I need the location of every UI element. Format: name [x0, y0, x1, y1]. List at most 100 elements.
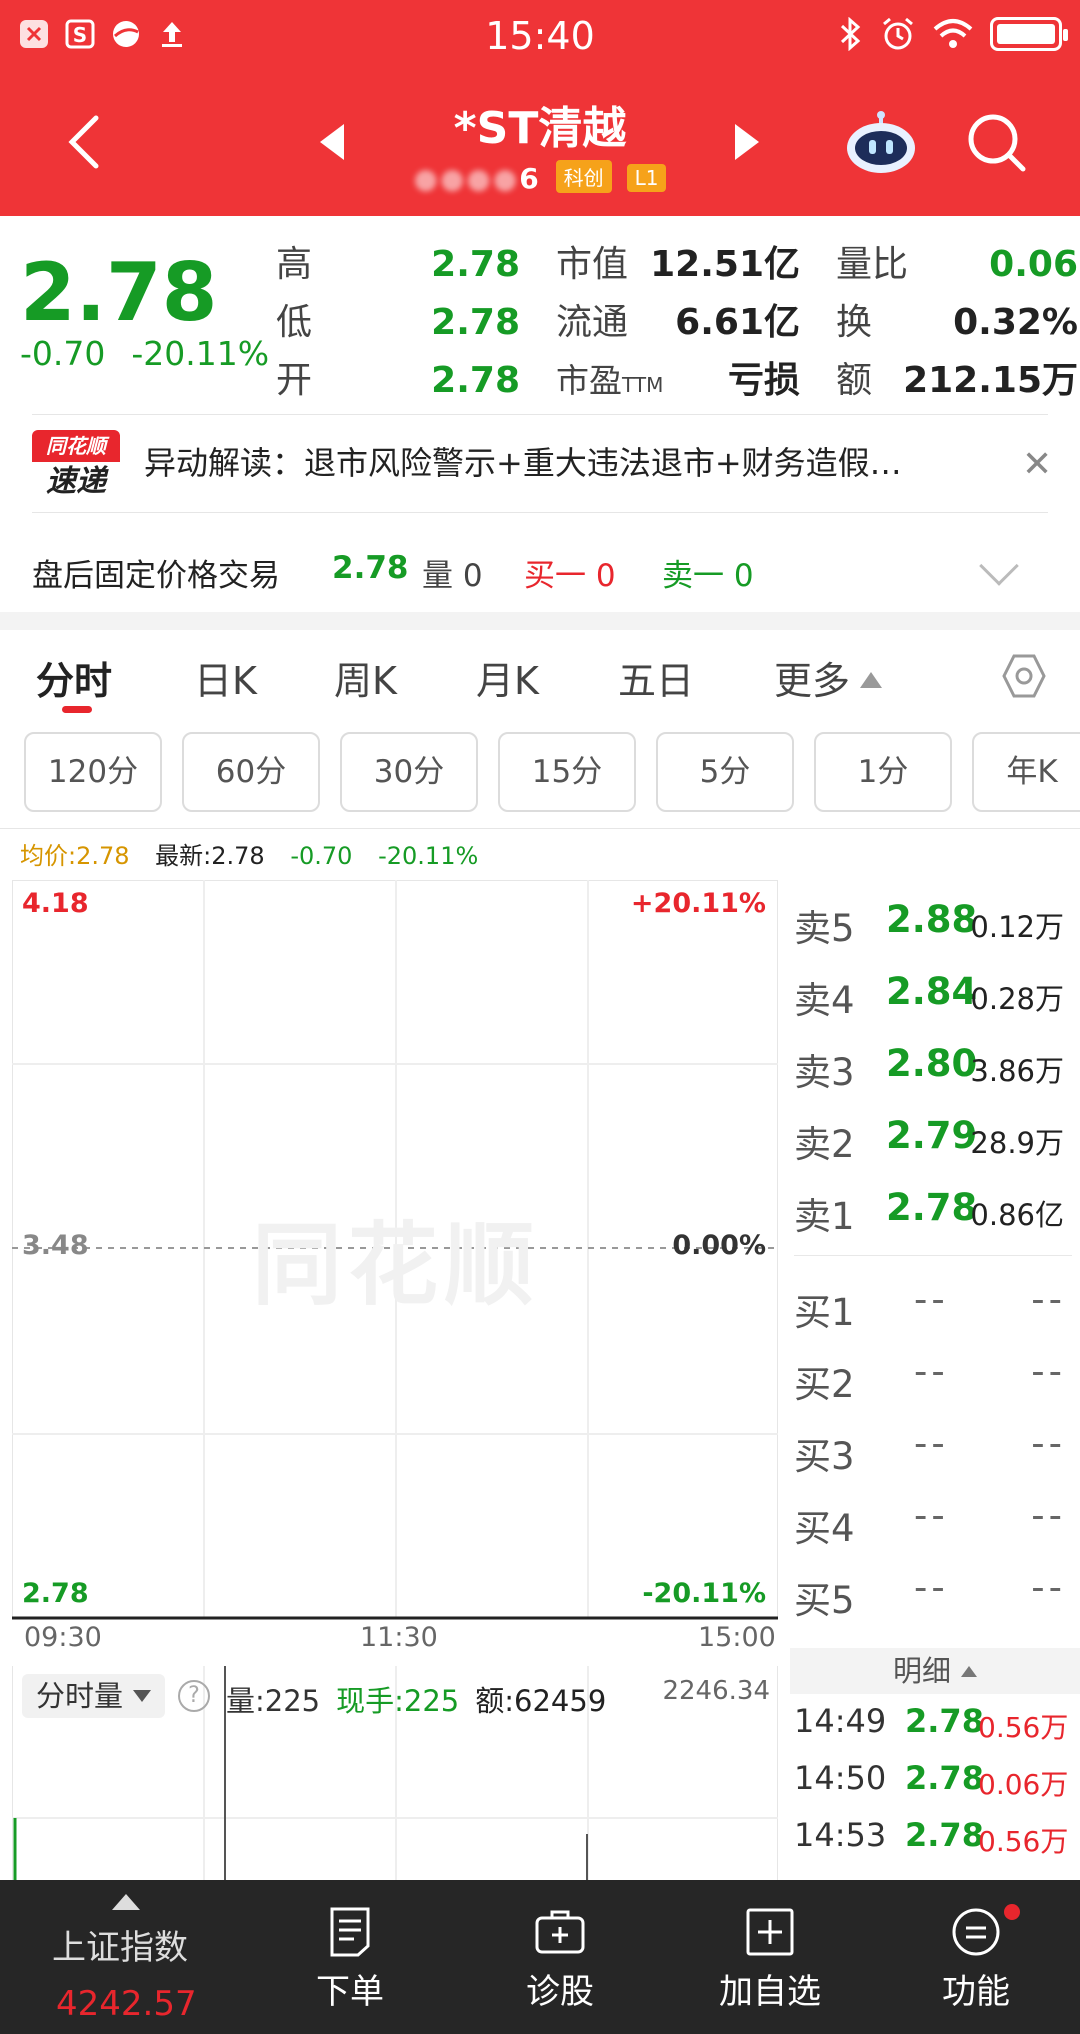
ask-row: 卖4 2.84 0.28万	[794, 970, 1064, 1022]
time-label-open: 09:30	[24, 1622, 102, 1653]
triangle-up-icon	[961, 1666, 977, 1677]
settings-hexagon-icon[interactable]	[1000, 652, 1048, 700]
volume-panel[interactable]: 分时量 ? 量:225 现手:225 额:62459 2246.34	[12, 1666, 778, 1880]
order-book[interactable]: 卖5 2.88 0.12万 卖4 2.84 0.28万 卖3 2.80 3.86万 卖2 2.…	[786, 882, 1080, 1626]
ask-row: 卖3 2.80 3.86万	[794, 1042, 1064, 1094]
volume-max-label: 2246.34	[662, 1676, 770, 1706]
news-text[interactable]: 异动解读：退市风险警示+重大违法退市+财务造假…	[144, 438, 902, 484]
news-ticker[interactable]: 同花顺 速递 异动解读：退市风险警示+重大违法退市+财务造假… ✕	[0, 416, 1080, 512]
ask-row: 卖2 2.79 28.9万	[794, 1114, 1064, 1166]
tab-monthly-k[interactable]: 月K	[476, 650, 539, 705]
bluetooth-icon	[840, 17, 861, 51]
y-axis-bottom: 2.78	[22, 1578, 89, 1609]
chart-info-line: 均价:2.78 最新:2.78 -0.70 -20.11%	[20, 838, 496, 874]
tab-intraday[interactable]: 分时	[36, 650, 112, 705]
news-badge: 同花顺 速递	[32, 430, 120, 502]
trade-row: 14:53 2.78 0.56万	[794, 1816, 1069, 1858]
avg-price: 均价:2.78	[20, 842, 130, 870]
menu-circle-icon	[952, 1908, 1000, 1956]
period-1min[interactable]: 1分	[814, 732, 952, 812]
help-icon[interactable]: ?	[178, 1680, 210, 1712]
y-axis-mid: 3.48	[22, 1230, 89, 1261]
after-hours-row[interactable]: 盘后固定价格交易 2.78 量 0 买一 0 卖一 0	[0, 530, 1080, 610]
price-change-row: -0.70 -20.11%	[20, 334, 269, 373]
value-amount: 212.15万	[903, 360, 1078, 401]
value-turnover: 0.32%	[953, 302, 1078, 343]
notification-dot	[1004, 1904, 1020, 1920]
trade-row: 14:49 2.78 0.56万	[794, 1702, 1069, 1744]
pct-axis-top: +20.11%	[630, 888, 766, 919]
pct-axis-mid: 0.00%	[672, 1230, 766, 1261]
header-bar: S 15:40 *ST清越 ●●●●6 科创 L1	[0, 0, 1080, 216]
order-button[interactable]: 下单	[270, 1880, 430, 2034]
functions-button[interactable]: 功能	[896, 1880, 1056, 2034]
value-volume-ratio: 0.06	[989, 244, 1078, 285]
add-square-icon	[746, 1908, 794, 1956]
tab-daily-k[interactable]: 日K	[194, 650, 257, 705]
bid-row: 买1 -- --	[794, 1278, 1066, 1334]
y-axis-top: 4.18	[22, 888, 89, 919]
watermark: 同花顺	[252, 1213, 540, 1318]
index-ticker[interactable]: 上证指数 4242.57	[0, 1880, 250, 2034]
time-label-close: 15:00	[698, 1622, 776, 1653]
close-icon[interactable]: ✕	[1022, 444, 1052, 485]
stock-name: *ST清越	[453, 103, 627, 154]
after-hours-sell1: 卖一 0	[662, 558, 754, 594]
order-document-icon	[330, 1907, 370, 1957]
add-watchlist-button[interactable]: 加自选	[690, 1880, 850, 2034]
detail-header[interactable]: 明细	[790, 1648, 1080, 1694]
search-icon[interactable]	[966, 112, 1028, 174]
period-5min[interactable]: 5分	[656, 732, 794, 812]
after-hours-price: 2.78	[332, 550, 409, 586]
volume-value: 量:225	[226, 1684, 321, 1718]
period-60min[interactable]: 60分	[182, 732, 320, 812]
current-price: 2.78	[20, 246, 218, 339]
bid-row: 买2 -- --	[794, 1350, 1066, 1406]
caret-down-icon	[133, 1690, 152, 1702]
trade-row: 14:50 2.78 0.06万	[794, 1759, 1069, 1801]
quote-labels-col1: 高 低 开	[276, 236, 316, 410]
current-hand-value: 现手:225	[336, 1684, 460, 1718]
level-tag: L1	[626, 164, 667, 192]
quote-values-col3: 0.06 0.32% 212.15万	[900, 236, 1078, 410]
bid-row: 买5 -- --	[794, 1566, 1066, 1622]
after-hours-label: 盘后固定价格交易	[32, 558, 280, 594]
tab-weekly-k[interactable]: 周K	[334, 650, 397, 705]
alarm-icon	[883, 17, 913, 50]
stock-code-row: ●●●●6 科创 L1	[0, 160, 1080, 195]
next-stock-arrow-icon[interactable]	[735, 124, 759, 160]
period-15min[interactable]: 15分	[498, 732, 636, 812]
value-float: 6.61亿	[675, 302, 800, 343]
tab-more[interactable]: 更多	[774, 650, 883, 705]
period-120min[interactable]: 120分	[24, 732, 162, 812]
volume-type-dropdown[interactable]: 分时量	[22, 1674, 166, 1718]
diagnose-kit-icon	[535, 1910, 585, 1954]
value-market-cap: 12.51亿	[650, 244, 800, 285]
ask-row: 卖1 2.78 0.86亿	[794, 1186, 1064, 1238]
intraday-chart[interactable]: 同花顺 4.18 3.48 2.78 +20.11% 0.00% -20.11%	[11, 879, 779, 1620]
triangle-up-icon	[860, 672, 883, 688]
bid-row: 买4 -- --	[794, 1494, 1066, 1550]
chevron-down-icon[interactable]	[979, 546, 1019, 586]
amount-value: 额:62459	[475, 1684, 607, 1718]
triangle-up-icon	[112, 1894, 140, 1910]
diagnose-button[interactable]: 诊股	[480, 1880, 640, 2034]
value-open: 2.78	[431, 360, 520, 401]
period-30min[interactable]: 30分	[340, 732, 478, 812]
value-high: 2.78	[431, 244, 520, 285]
quote-values-col2: 12.51亿 6.61亿 亏损	[640, 236, 800, 410]
index-value: 4242.57	[56, 1984, 197, 2024]
latest-change-pct: -20.11%	[378, 842, 479, 870]
after-hours-volume: 量 0	[422, 558, 483, 594]
label-high: 高	[276, 244, 313, 285]
latest-change: -0.70	[290, 842, 353, 870]
period-year-k[interactable]: 年K	[972, 732, 1080, 812]
trade-detail[interactable]: 明细 14:49 2.78 0.56万 14:50 2.78 0.06万 14:53 2.…	[790, 1648, 1080, 1865]
period-selector: 120分 60分 30分 15分 5分 1分 年K	[0, 732, 1080, 814]
tab-five-day[interactable]: 五日	[618, 650, 694, 705]
stock-nav: *ST清越 ●●●●6 科创 L1	[0, 72, 1080, 216]
value-low: 2.78	[431, 302, 520, 343]
pct-axis-bottom: -20.11%	[642, 1578, 766, 1609]
label-low: 低	[276, 302, 313, 343]
robot-assistant-icon[interactable]	[845, 110, 917, 174]
